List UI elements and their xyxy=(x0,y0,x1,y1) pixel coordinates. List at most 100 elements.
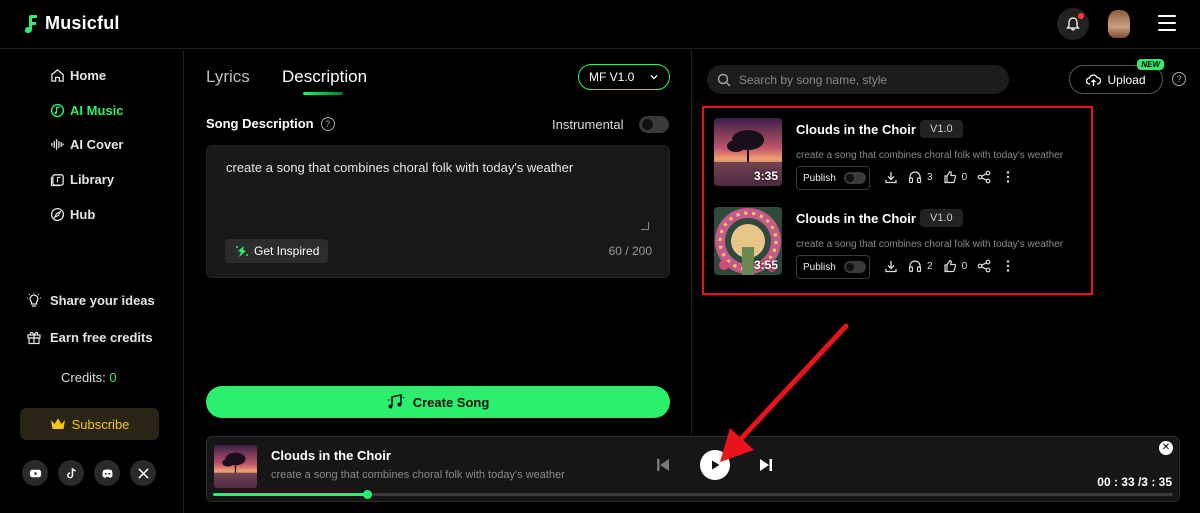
share-ideas-label: Share your ideas xyxy=(50,292,155,308)
share-icon[interactable] xyxy=(977,170,991,184)
like-button[interactable]: 0 xyxy=(943,170,968,184)
help-icon[interactable]: ? xyxy=(1172,72,1186,86)
credits-label: Credits: xyxy=(61,370,106,385)
credits-display: Credits: 0 xyxy=(61,370,117,385)
search-icon xyxy=(717,73,731,86)
publish-toggle[interactable]: Publish xyxy=(796,255,870,279)
search-input[interactable] xyxy=(739,72,999,87)
waveform-icon xyxy=(51,139,64,150)
headphones-icon xyxy=(908,171,922,184)
music-player: Clouds in the Choir create a song that c… xyxy=(206,436,1180,502)
music-notes-icon xyxy=(387,394,405,409)
song-version-badge: V1.0 xyxy=(920,120,963,138)
progress-fill xyxy=(213,493,367,496)
active-tab-indicator xyxy=(303,92,343,95)
instrumental-toggle[interactable] xyxy=(639,116,669,133)
instrumental-label: Instrumental xyxy=(552,117,624,132)
subscribe-label: Subscribe xyxy=(71,416,130,432)
song-list-item[interactable]: 3:35 Clouds in the Choir V1.0 create a s… xyxy=(714,118,1084,190)
publish-switch[interactable] xyxy=(843,261,866,273)
player-song-title: Clouds in the Choir xyxy=(271,448,391,463)
publish-toggle[interactable]: Publish xyxy=(796,166,870,190)
tiktok-icon xyxy=(66,467,76,478)
subscribe-button[interactable]: Subscribe xyxy=(20,408,159,440)
sidebar-item-ai-music[interactable]: AI Music xyxy=(50,103,123,118)
song-cover[interactable]: 3:35 xyxy=(714,118,782,186)
song-duration: 3:55 xyxy=(753,258,778,272)
sidebar-item-label: Home xyxy=(70,68,107,83)
top-bar: Musicful xyxy=(0,0,1200,49)
share-ideas-link[interactable]: Share your ideas xyxy=(26,292,155,308)
notification-dot xyxy=(1078,13,1084,19)
more-vertical-icon[interactable] xyxy=(1001,259,1015,273)
next-track-icon[interactable] xyxy=(758,457,774,473)
tab-lyrics[interactable]: Lyrics xyxy=(206,67,250,87)
model-version-select[interactable]: MF V1.0 xyxy=(578,64,670,90)
song-duration: 3:35 xyxy=(753,169,778,183)
publish-switch[interactable] xyxy=(843,172,866,184)
app-logo[interactable]: Musicful xyxy=(24,13,120,34)
musicful-logo-icon xyxy=(25,14,37,33)
sidebar-item-hub[interactable]: Hub xyxy=(50,207,95,222)
user-avatar[interactable] xyxy=(1108,10,1130,38)
song-list-item[interactable]: 3:55 Clouds in the Choir V1.0 create a s… xyxy=(714,207,1084,279)
progress-bar[interactable] xyxy=(213,490,1173,499)
thumbs-up-icon xyxy=(943,170,956,184)
earn-credits-link[interactable]: Earn free credits xyxy=(26,329,153,345)
more-vertical-icon[interactable] xyxy=(1001,170,1015,184)
help-icon[interactable]: ? xyxy=(320,116,335,131)
song-search[interactable] xyxy=(707,65,1009,94)
description-textarea[interactable]: create a song that combines choral folk … xyxy=(206,145,670,278)
discord-link[interactable] xyxy=(94,460,120,486)
resize-handle-icon[interactable] xyxy=(641,222,649,230)
sparkle-splash-icon xyxy=(236,246,248,257)
song-title[interactable]: Clouds in the Choir xyxy=(796,211,916,226)
character-counter: 60 / 200 xyxy=(608,244,652,258)
song-actions: 2 0 xyxy=(884,259,1015,273)
tiktok-link[interactable] xyxy=(58,460,84,486)
chevron-down-icon xyxy=(650,75,658,80)
home-icon xyxy=(51,69,64,82)
sidebar-item-library[interactable]: Library xyxy=(50,172,114,187)
gift-icon xyxy=(27,331,41,345)
song-cover[interactable]: 3:55 xyxy=(714,207,782,275)
app-name: Musicful xyxy=(45,13,120,33)
music-disc-icon xyxy=(50,103,65,118)
listens-value: 2 xyxy=(927,260,933,272)
close-player-icon[interactable]: ✕ xyxy=(1159,441,1173,455)
song-description: create a song that combines choral folk … xyxy=(796,150,1064,161)
download-icon[interactable] xyxy=(884,170,898,184)
sidebar-item-label: AI Cover xyxy=(70,137,124,152)
create-song-button[interactable]: Create Song xyxy=(206,386,670,418)
create-panel: Lyrics Description MF V1.0 Song Descript… xyxy=(184,50,692,435)
likes-value: 0 xyxy=(961,260,968,272)
hamburger-menu-icon[interactable] xyxy=(1158,15,1176,31)
sidebar-item-ai-cover[interactable]: AI Cover xyxy=(50,137,123,152)
player-song-description: create a song that combines choral folk … xyxy=(271,469,565,481)
share-icon[interactable] xyxy=(977,259,991,273)
song-title[interactable]: Clouds in the Choir xyxy=(796,122,916,137)
headphones-icon xyxy=(908,260,922,273)
get-inspired-button[interactable]: Get Inspired xyxy=(225,239,329,263)
download-icon[interactable] xyxy=(884,259,898,273)
listens-value: 3 xyxy=(927,171,933,183)
sidebar-item-home[interactable]: Home xyxy=(50,68,106,83)
x-twitter-link[interactable] xyxy=(130,460,156,486)
tab-description[interactable]: Description xyxy=(282,67,367,87)
description-text[interactable]: create a song that combines choral folk … xyxy=(226,160,573,175)
play-button[interactable] xyxy=(700,450,730,480)
play-icon xyxy=(712,460,720,470)
song-description: create a song that combines choral folk … xyxy=(796,239,1064,250)
cover-art-tree-sunset xyxy=(214,445,257,488)
likes-value: 0 xyxy=(961,171,968,183)
song-version-badge: V1.0 xyxy=(920,209,963,227)
previous-track-icon[interactable] xyxy=(655,457,671,473)
get-inspired-label: Get Inspired xyxy=(254,244,320,258)
notifications-button[interactable] xyxy=(1057,8,1089,40)
progress-handle[interactable] xyxy=(362,490,372,499)
like-button[interactable]: 0 xyxy=(943,259,968,273)
publish-label: Publish xyxy=(803,172,836,184)
upload-button[interactable]: Upload NEW xyxy=(1069,59,1164,94)
youtube-link[interactable] xyxy=(22,460,48,486)
song-description-label: Song Description xyxy=(206,116,314,131)
